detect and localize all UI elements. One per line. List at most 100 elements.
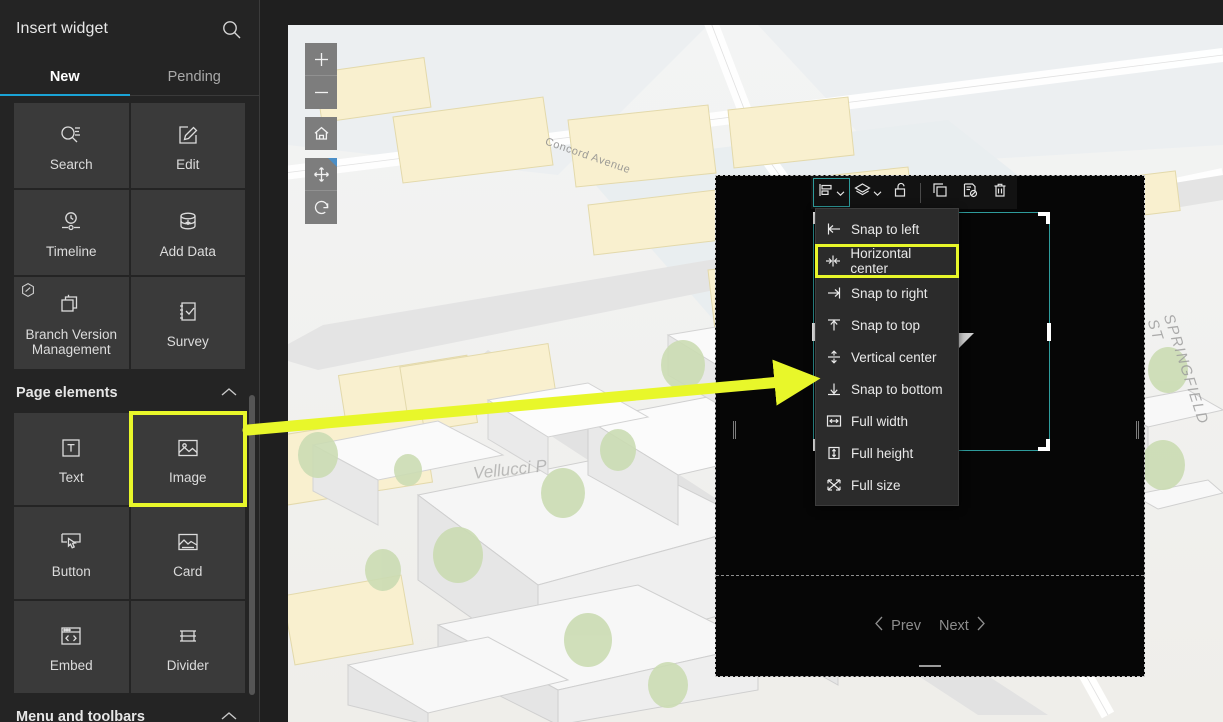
widget-card-survey[interactable]: Survey <box>131 277 246 369</box>
menu-item-snap-to-right[interactable]: Snap to right <box>816 277 958 309</box>
zoom-out-button[interactable] <box>305 76 337 109</box>
page-element-label: Card <box>169 564 206 579</box>
align-dropdown-menu: Snap to left Horizontal center Snap to r… <box>815 208 959 506</box>
page-element-text[interactable]: Text <box>14 413 129 505</box>
order-button[interactable] <box>850 178 886 207</box>
vertical-center-icon <box>825 350 842 364</box>
toolbar-separator <box>920 183 921 203</box>
menu-item-vertical-center[interactable]: Vertical center <box>816 341 958 373</box>
snap-right-icon <box>825 286 842 300</box>
chevron-right-icon <box>976 616 986 635</box>
page-elements-grid: Text Image <box>0 413 259 693</box>
widget-card-label: Branch Version Management <box>14 327 129 357</box>
divider-icon <box>175 621 201 651</box>
section-label: Menu and toolbars <box>16 709 145 722</box>
page-element-embed[interactable]: Embed <box>14 601 129 693</box>
widget-card-timeline[interactable]: Timeline <box>14 190 129 275</box>
zoom-in-button[interactable] <box>305 43 337 76</box>
resize-handle-bottom-right[interactable] <box>1046 439 1050 451</box>
menu-item-snap-to-left[interactable]: Snap to left <box>816 213 958 245</box>
page-element-image[interactable]: Image <box>131 413 246 505</box>
text-box-icon <box>58 433 84 463</box>
widget-card-search[interactable]: Search <box>14 103 129 188</box>
duplicate-button[interactable] <box>925 178 955 207</box>
prev-button[interactable]: Prev <box>874 616 921 635</box>
page-element-divider[interactable]: Divider <box>131 601 246 693</box>
sidebar-scroll-area: Search Edit <box>0 97 259 722</box>
widget-grid: Search Edit <box>0 97 259 369</box>
panel-resize-grip-right[interactable] <box>1136 421 1139 439</box>
canvas-top-strip <box>260 0 1223 25</box>
button-click-icon <box>58 527 84 557</box>
menu-item-horizontal-center[interactable]: Horizontal center <box>816 245 958 277</box>
rotate-icon[interactable] <box>305 191 337 224</box>
menu-item-label: Vertical center <box>851 350 937 365</box>
page-element-button[interactable]: Button <box>14 507 129 599</box>
menu-item-full-height[interactable]: Full height <box>816 437 958 469</box>
menu-item-full-width[interactable]: Full width <box>816 405 958 437</box>
pan-arrows-icon[interactable] <box>305 158 337 191</box>
image-icon <box>175 433 201 463</box>
menu-item-full-size[interactable]: Full size <box>816 469 958 501</box>
edit-pencil-icon <box>175 120 201 150</box>
full-size-icon <box>825 478 842 492</box>
tab-new[interactable]: New <box>0 58 130 95</box>
widget-card-label: Timeline <box>42 244 101 259</box>
horizontal-center-icon <box>825 254 841 268</box>
chevron-left-icon <box>874 616 884 635</box>
next-button[interactable]: Next <box>939 616 986 635</box>
insert-widget-sidebar: Insert widget New Pending <box>0 0 260 722</box>
widget-card-edit[interactable]: Edit <box>131 103 246 188</box>
chevron-up-icon <box>221 709 237 722</box>
search-icon[interactable] <box>219 17 243 41</box>
next-label: Next <box>939 618 969 634</box>
sidebar-tabs: New Pending <box>0 58 259 96</box>
resize-handle-top-right[interactable] <box>1046 212 1050 224</box>
menu-item-snap-to-bottom[interactable]: Snap to bottom <box>816 373 958 405</box>
embed-code-icon <box>58 621 84 651</box>
menu-item-label: Snap to left <box>851 222 919 237</box>
unlock-button[interactable] <box>886 178 916 207</box>
menu-item-label: Full width <box>851 414 908 429</box>
widget-card-add-data[interactable]: Add Data <box>131 190 246 275</box>
chevron-down-icon <box>873 184 882 202</box>
section-label: Page elements <box>16 385 118 401</box>
home-icon[interactable] <box>305 117 337 150</box>
full-width-icon <box>825 414 842 428</box>
page-element-label: Divider <box>163 658 213 673</box>
page-element-label: Image <box>165 470 211 485</box>
canvas-left-strip <box>260 0 288 722</box>
delete-button[interactable] <box>985 178 1015 207</box>
copy-style-button[interactable] <box>955 178 985 207</box>
menu-item-label: Snap to right <box>851 286 928 301</box>
panel-pagination: Prev Next <box>716 616 1144 635</box>
database-add-icon <box>175 207 201 237</box>
widget-card-branch-version-management[interactable]: Branch Version Management <box>14 277 129 369</box>
page-title: Insert widget <box>16 20 108 38</box>
panel-resize-grip-left[interactable] <box>733 421 736 439</box>
layers-stack-icon <box>58 290 84 320</box>
sidebar-header: Insert widget <box>0 0 259 58</box>
section-menu-and-toolbars[interactable]: Menu and toolbars <box>0 693 259 722</box>
pan-active-corner <box>328 158 337 167</box>
menu-item-label: Snap to bottom <box>851 382 943 397</box>
menu-item-snap-to-top[interactable]: Snap to top <box>816 309 958 341</box>
map-navigation-tools <box>305 43 337 224</box>
layers-order-icon <box>854 182 871 203</box>
align-button[interactable] <box>813 178 850 207</box>
panel-drag-handle[interactable] <box>919 665 941 667</box>
resize-handle-middle-right[interactable] <box>1047 323 1051 341</box>
widget-card-label: Search <box>46 157 97 172</box>
prev-label: Prev <box>891 618 921 634</box>
menu-item-label: Full size <box>851 478 901 493</box>
sidebar-scrollbar[interactable] <box>249 395 255 695</box>
tab-pending[interactable]: Pending <box>130 58 260 95</box>
widget-card-label: Add Data <box>156 244 220 259</box>
section-page-elements[interactable]: Page elements <box>0 369 259 413</box>
widget-card-label: Edit <box>172 157 203 172</box>
page-element-card[interactable]: Card <box>131 507 246 599</box>
snap-left-icon <box>825 222 842 236</box>
chevron-up-icon <box>221 385 237 401</box>
copy-style-icon <box>962 182 978 203</box>
full-height-icon <box>825 446 842 460</box>
